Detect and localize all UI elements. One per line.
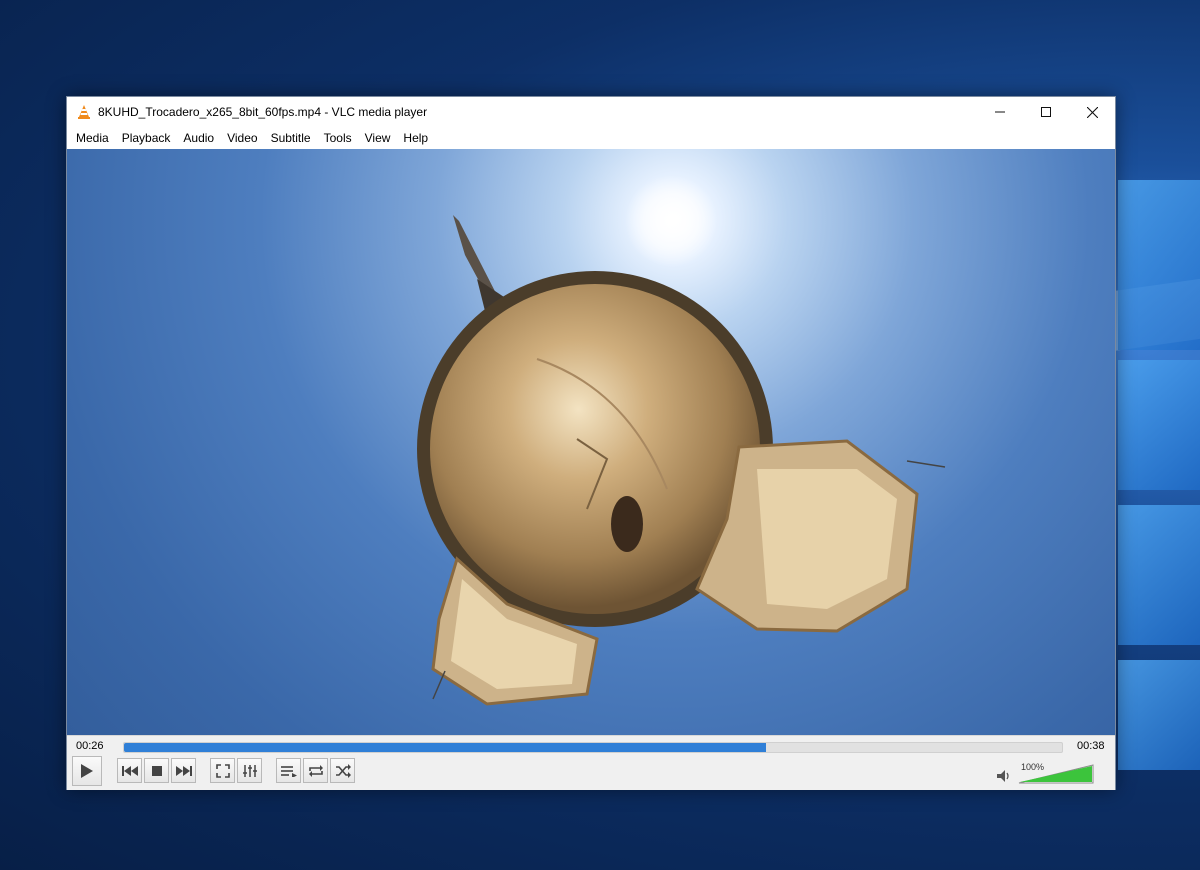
maximize-button[interactable]: [1023, 97, 1069, 127]
maximize-icon: [1041, 107, 1051, 117]
window-title: 8KUHD_Trocadero_x265_8bit_60fps.mp4 - VL…: [98, 105, 428, 119]
stop-icon: [151, 765, 162, 776]
playlist-button[interactable]: [276, 758, 301, 783]
seek-bar[interactable]: [123, 742, 1063, 753]
menu-subtitle[interactable]: Subtitle: [266, 131, 319, 145]
volume-level: [1020, 766, 1092, 782]
video-area[interactable]: [67, 149, 1115, 735]
minimize-button[interactable]: [977, 97, 1023, 127]
menu-media[interactable]: Media: [71, 131, 117, 145]
windows-logo-pane: [1118, 505, 1200, 645]
loop-icon: [308, 764, 323, 777]
elapsed-time: 00:26: [76, 740, 104, 752]
shuffle-icon: [335, 763, 351, 778]
extended-settings-icon: [242, 764, 257, 777]
next-button[interactable]: [171, 758, 196, 783]
vlc-cone-icon: [78, 105, 90, 119]
next-icon: [175, 765, 192, 776]
control-bar: 00:26 00:38 100%: [67, 735, 1115, 790]
speaker-icon[interactable]: [996, 769, 1012, 783]
extended-settings-button[interactable]: [237, 758, 262, 783]
menu-help[interactable]: Help: [398, 131, 436, 145]
windows-logo-pane: [1118, 360, 1200, 490]
menu-audio[interactable]: Audio: [178, 131, 222, 145]
statue: [611, 496, 643, 552]
menu-video[interactable]: Video: [222, 131, 265, 145]
vlc-window: 8KUHD_Trocadero_x265_8bit_60fps.mp4 - VL…: [66, 96, 1116, 790]
random-button[interactable]: [330, 758, 355, 783]
menu-playback[interactable]: Playback: [117, 131, 179, 145]
previous-button[interactable]: [117, 758, 142, 783]
tiny-planet-video-frame: [417, 175, 946, 706]
play-icon: [81, 764, 93, 778]
fullscreen-icon: [215, 763, 230, 778]
close-button[interactable]: [1069, 97, 1115, 127]
seek-progress: [124, 743, 766, 752]
loop-button[interactable]: [303, 758, 328, 783]
minimize-icon: [995, 111, 1005, 113]
total-duration: 00:38: [1077, 740, 1105, 752]
play-button[interactable]: [72, 756, 102, 786]
title-bar[interactable]: 8KUHD_Trocadero_x265_8bit_60fps.mp4 - VL…: [67, 97, 1115, 127]
windows-logo-pane: [1118, 660, 1200, 770]
volume-slider[interactable]: [1018, 762, 1094, 784]
close-icon: [1086, 106, 1098, 118]
menu-bar: Media Playback Audio Video Subtitle Tool…: [67, 127, 1115, 149]
stop-button[interactable]: [144, 758, 169, 783]
windows-logo-pane: [1118, 180, 1200, 350]
fullscreen-button[interactable]: [210, 758, 235, 783]
playlist-icon: [280, 765, 297, 777]
previous-icon: [121, 765, 138, 776]
menu-view[interactable]: View: [360, 131, 399, 145]
sun: [625, 175, 717, 267]
menu-tools[interactable]: Tools: [319, 131, 360, 145]
